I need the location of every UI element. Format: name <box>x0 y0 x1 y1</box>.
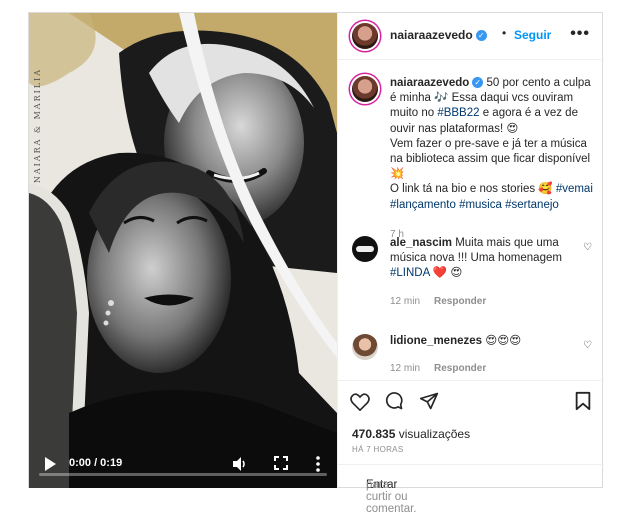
caption-part: O link tá na bio e nos stories 🥰 <box>390 183 556 196</box>
video-frame <box>29 13 337 488</box>
share-icon[interactable] <box>419 391 439 416</box>
comment-text: ale_nascim Muita mais que uma música nov… <box>390 236 595 309</box>
comment-emoji: ❤️ 😍 <box>429 267 463 280</box>
caption-part: Vem fazer o pre-save e já ter a música n… <box>390 137 591 181</box>
login-text: para curtir ou comentar. <box>366 479 417 515</box>
post-date[interactable]: HÁ 7 HORAS <box>352 445 403 454</box>
video-progress-bar[interactable] <box>39 473 327 476</box>
hashtag-link[interactable]: #musica <box>459 199 502 211</box>
views-label: visualizações <box>395 427 471 441</box>
avatar[interactable] <box>352 23 378 49</box>
more-options-icon[interactable]: ••• <box>570 25 590 43</box>
bookmark-icon[interactable] <box>574 391 592 416</box>
volume-icon[interactable] <box>231 455 249 473</box>
like-comment-icon[interactable]: ♡ <box>583 242 592 253</box>
action-icons <box>350 391 449 416</box>
hashtag-link[interactable]: #sertanejo <box>505 199 559 211</box>
play-icon[interactable] <box>43 456 57 472</box>
verified-icon: ✓ <box>472 77 484 89</box>
comment-body: 😍😍😍 <box>482 335 522 347</box>
like-icon[interactable] <box>350 393 370 416</box>
commenter-avatar[interactable] <box>352 236 378 262</box>
vertical-caption: NAIARA & MARILIA <box>33 68 42 184</box>
instagram-post: NAIARA & MARILIA 0:00 / 0:19 naiaraazeve… <box>28 12 604 515</box>
video-player[interactable]: NAIARA & MARILIA 0:00 / 0:19 <box>29 13 337 488</box>
comments-section: naiaraazevedo ✓ 50 por cento a culpa é mi… <box>338 60 604 380</box>
comment-text: lidione_menezes 😍😍😍 12 min Responder <box>390 334 595 376</box>
reply-button[interactable]: Responder <box>434 296 486 307</box>
separator-dot: • <box>502 26 507 40</box>
video-options-icon[interactable] <box>315 455 321 473</box>
follow-button[interactable]: Seguir <box>514 28 551 42</box>
reply-button[interactable]: Responder <box>434 363 486 374</box>
header-username[interactable]: naiaraazevedo ✓ <box>390 28 487 42</box>
like-comment-icon[interactable]: ♡ <box>583 340 592 351</box>
caption-avatar[interactable] <box>352 76 378 102</box>
post-header: naiaraazevedo ✓ • Seguir ••• <box>338 13 604 60</box>
login-prompt: Entrar para curtir ou comentar. <box>338 464 604 515</box>
views-count[interactable]: 470.835 visualizações <box>352 427 470 441</box>
comment-meta: 12 min Responder <box>390 294 595 309</box>
video-controls: 0:00 / 0:19 <box>29 444 337 488</box>
verified-icon: ✓ <box>475 30 487 42</box>
hashtag-link[interactable]: #LINDA <box>390 267 430 279</box>
caption-username[interactable]: naiaraazevedo <box>390 77 469 89</box>
post-side-panel: naiaraazevedo ✓ • Seguir ••• naiaraazeved… <box>337 13 604 515</box>
comment-icon[interactable] <box>384 391 404 416</box>
comment-username[interactable]: ale_nascim <box>390 237 452 249</box>
comment-username[interactable]: lidione_menezes <box>390 335 482 347</box>
comment-meta: 12 min Responder <box>390 361 595 376</box>
fullscreen-icon[interactable] <box>273 455 289 471</box>
hashtag-link[interactable]: #BBB22 <box>437 107 479 119</box>
comment-time[interactable]: 12 min <box>390 296 420 307</box>
caption-text: naiaraazevedo ✓ 50 por cento a culpa é mi… <box>390 76 600 242</box>
header-username-text[interactable]: naiaraazevedo <box>390 28 473 42</box>
comment-time[interactable]: 12 min <box>390 363 420 374</box>
video-time: 0:00 / 0:19 <box>69 457 123 469</box>
hashtag-link[interactable]: #vemai <box>556 183 593 195</box>
post-actions: 470.835 visualizações HÁ 7 HORAS Entrar … <box>338 380 604 515</box>
views-number: 470.835 <box>352 427 396 441</box>
commenter-avatar[interactable] <box>352 334 378 360</box>
hashtag-link[interactable]: #lançamento <box>390 199 456 211</box>
